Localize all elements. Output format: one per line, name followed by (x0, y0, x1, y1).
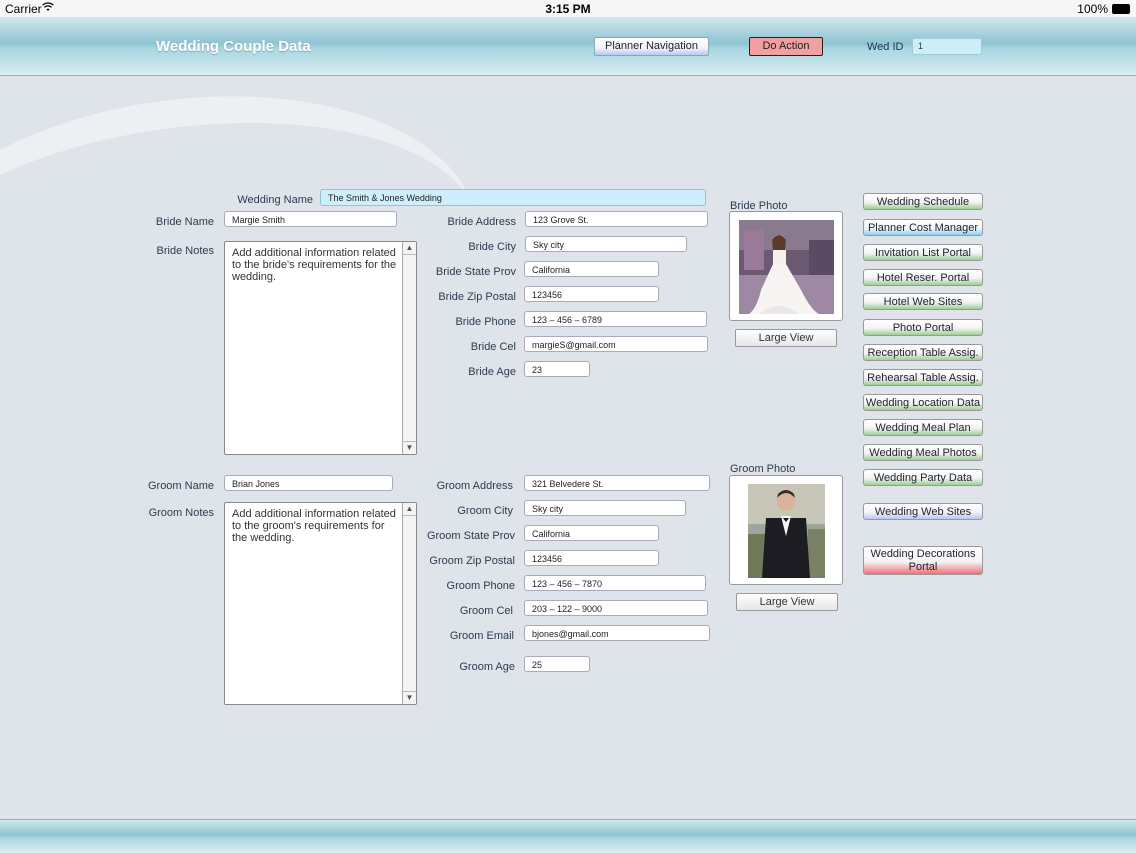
groom-notes-text: Add additional information related to th… (232, 508, 396, 544)
groom-zip-label: Groom Zip Postal (429, 555, 515, 567)
bride-photo (739, 220, 834, 314)
groom-email-label: Groom Email (449, 630, 514, 642)
bride-name-label: Bride Name (155, 216, 214, 228)
scroll-down-arrow-icon[interactable]: ▼ (403, 441, 416, 454)
bride-large-view-button[interactable]: Large View (735, 329, 837, 347)
groom-phone-field[interactable]: 123 – 456 – 7870 (524, 575, 706, 591)
bride-zip-label: Bride Zip Postal (438, 291, 516, 303)
status-bar: Carrier 3:15 PM 100% (0, 0, 1136, 17)
groom-photo-frame[interactable] (729, 475, 843, 585)
do-action-button[interactable]: Do Action (749, 37, 823, 56)
wedding-name-label: Wedding Name (237, 194, 313, 206)
groom-state-field[interactable]: California (524, 525, 659, 541)
bride-notes-textarea[interactable]: Add additional information related to th… (224, 241, 417, 455)
battery-percent: 100% (1077, 2, 1108, 16)
groom-age-label: Groom Age (459, 661, 515, 673)
rehearsal-table-assig-button[interactable]: Rehearsal Table Assig. (863, 369, 983, 386)
bride-name-field[interactable]: Margie Smith (224, 211, 397, 227)
groom-state-label: Groom State Prov (426, 530, 515, 542)
bride-phone-label: Bride Phone (455, 316, 516, 328)
wedding-name-field[interactable]: The Smith & Jones Wedding (320, 189, 706, 206)
bride-notes-label: Bride Notes (156, 245, 214, 257)
groom-large-view-button[interactable]: Large View (736, 593, 838, 611)
groom-phone-label: Groom Phone (446, 580, 515, 592)
groom-city-field[interactable]: Sky city (524, 500, 686, 516)
bride-address-field[interactable]: 123 Grove St. (525, 211, 708, 227)
wedding-schedule-button[interactable]: Wedding Schedule (863, 193, 983, 210)
groom-cel-label: Groom Cel (459, 605, 513, 617)
groom-cel-field[interactable]: 203 – 122 – 9000 (524, 600, 708, 616)
wed-id-field[interactable]: 1 (912, 38, 982, 55)
bride-cel-label: Bride Cel (470, 341, 516, 353)
hotel-reser-portal-button[interactable]: Hotel Reser. Portal (863, 269, 983, 286)
planner-cost-manager-button[interactable]: Planner Cost Manager (863, 219, 983, 236)
bride-photo-frame[interactable] (729, 211, 843, 321)
planner-navigation-button[interactable]: Planner Navigation (594, 37, 709, 56)
groom-notes-textarea[interactable]: Add additional information related to th… (224, 502, 417, 705)
groom-age-field[interactable]: 25 (524, 656, 590, 672)
wed-id-label: Wed ID (867, 41, 904, 53)
clock: 3:15 PM (545, 2, 591, 16)
page-title: Wedding Couple Data (156, 38, 311, 55)
bride-city-label: Bride City (468, 241, 516, 253)
bride-city-field[interactable]: Sky city (525, 236, 687, 252)
photo-portal-button[interactable]: Photo Portal (863, 319, 983, 336)
bride-state-field[interactable]: California (524, 261, 659, 277)
bride-cel-field[interactable]: margieS@gmail.com (524, 336, 708, 352)
wedding-web-sites-button[interactable]: Wedding Web Sites (863, 503, 983, 520)
bride-age-field[interactable]: 23 (524, 361, 590, 377)
bride-phone-field[interactable]: 123 – 456 – 6789 (524, 311, 707, 327)
reception-table-assig-button[interactable]: Reception Table Assig. (863, 344, 983, 361)
hotel-web-sites-button[interactable]: Hotel Web Sites (863, 293, 983, 310)
bride-state-label: Bride State Prov (435, 266, 516, 278)
groom-address-field[interactable]: 321 Belvedere St. (524, 475, 710, 491)
groom-photo-label: Groom Photo (730, 463, 796, 475)
bride-age-label: Bride Age (468, 366, 516, 378)
wedding-meal-plan-button[interactable]: Wedding Meal Plan (863, 419, 983, 436)
wedding-location-data-button[interactable]: Wedding Location Data (863, 394, 983, 411)
wedding-party-data-button[interactable]: Wedding Party Data (863, 469, 983, 486)
invitation-list-portal-button[interactable]: Invitation List Portal (863, 244, 983, 261)
scroll-down-arrow-icon[interactable]: ▼ (403, 691, 416, 704)
groom-name-label: Groom Name (147, 480, 214, 492)
groom-address-label: Groom Address (436, 480, 513, 492)
bride-notes-text: Add additional information related to th… (232, 247, 397, 283)
wedding-meal-photos-button[interactable]: Wedding Meal Photos (863, 444, 983, 461)
groom-name-field[interactable]: Brian Jones (224, 475, 393, 491)
bride-address-label: Bride Address (447, 216, 516, 228)
groom-photo (748, 484, 825, 578)
footer-bar (0, 819, 1136, 853)
battery-icon (1112, 4, 1130, 14)
groom-city-label: Groom City (457, 505, 513, 517)
groom-email-field[interactable]: bjones@gmail.com (524, 625, 710, 641)
wedding-decorations-portal-button[interactable]: Wedding Decorations Portal (863, 546, 983, 575)
groom-zip-field[interactable]: 123456 (524, 550, 659, 566)
bride-zip-field[interactable]: 123456 (524, 286, 659, 302)
groom-notes-label: Groom Notes (148, 507, 214, 519)
